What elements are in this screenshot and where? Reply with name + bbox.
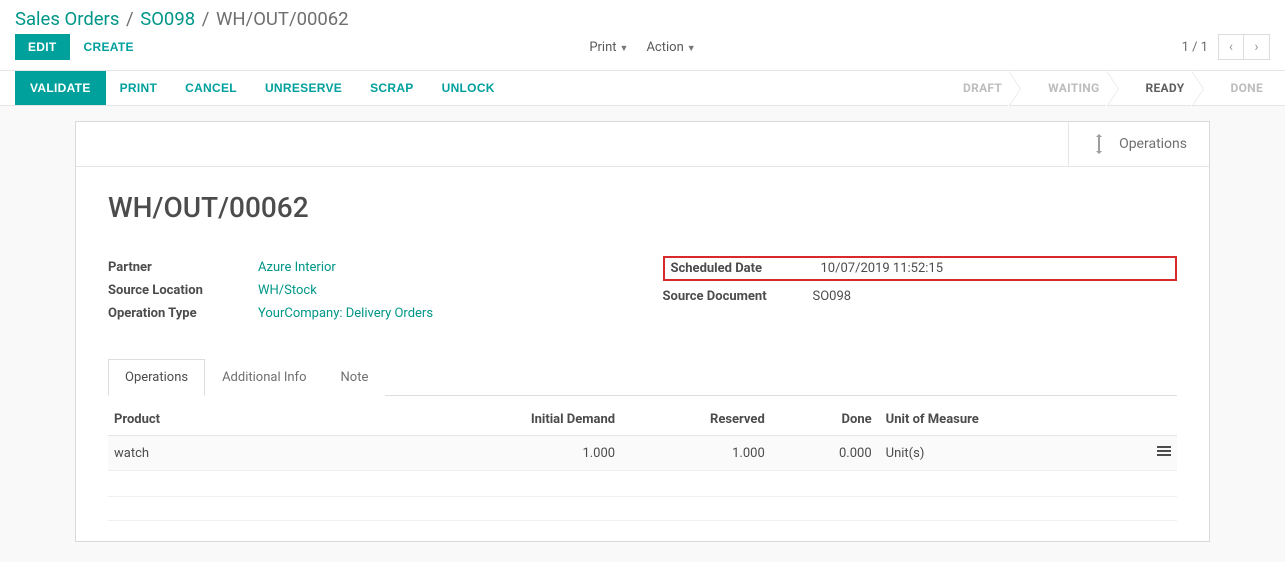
tab-additional-info[interactable]: Additional Info: [205, 359, 323, 396]
breadcrumb-link-so098[interactable]: SO098: [140, 8, 195, 30]
srcloc-label: Source Location: [108, 283, 258, 298]
field-source-location: Source Location WH/Stock: [108, 279, 623, 302]
form-sheet: Operations WH/OUT/00062 Partner Azure In…: [75, 121, 1210, 542]
print-button[interactable]: PRINT: [106, 71, 172, 105]
breadcrumb-sep: /: [124, 8, 136, 30]
tab-note[interactable]: Note: [324, 359, 386, 396]
table-row[interactable]: watch 1.000 1.000 0.000 Unit(s): [108, 436, 1177, 471]
cell-reserved: 1.000: [621, 436, 771, 471]
left-fields: Partner Azure Interior Source Location W…: [108, 256, 623, 325]
cell-uom: Unit(s): [878, 436, 1092, 471]
status-draft[interactable]: DRAFT: [941, 71, 1020, 105]
field-operation-type: Operation Type YourCompany: Delivery Ord…: [108, 302, 623, 325]
scheduled-date-highlight: Scheduled Date 10/07/2019 11:52:15: [663, 256, 1178, 281]
field-columns: Partner Azure Interior Source Location W…: [108, 256, 1177, 325]
breadcrumb-sep: /: [200, 8, 212, 30]
cell-done: 0.000: [771, 436, 878, 471]
pager: 1 / 1 ‹ ›: [1182, 34, 1270, 60]
print-dropdown[interactable]: Print▼: [589, 40, 628, 55]
validate-button[interactable]: VALIDATE: [15, 71, 106, 105]
col-initial-demand[interactable]: Initial Demand: [471, 404, 621, 436]
scrap-button[interactable]: SCRAP: [356, 71, 428, 105]
tabs: Operations Additional Info Note: [108, 359, 1177, 396]
cell-product: watch: [108, 436, 471, 471]
chevron-down-icon: ▼: [687, 44, 696, 54]
action-dropdown[interactable]: Action▼: [646, 40, 695, 55]
optype-label: Operation Type: [108, 306, 258, 321]
srcdoc-value: SO098: [813, 289, 852, 304]
sched-value: 10/07/2019 11:52:15: [821, 261, 944, 276]
cancel-button[interactable]: CANCEL: [171, 71, 251, 105]
srcdoc-label: Source Document: [663, 289, 813, 304]
tab-operations[interactable]: Operations: [108, 359, 205, 396]
optype-link[interactable]: YourCompany: Delivery Orders: [258, 306, 433, 321]
partner-link[interactable]: Azure Interior: [258, 260, 336, 275]
status-done[interactable]: DONE: [1203, 71, 1285, 105]
col-done[interactable]: Done: [771, 404, 878, 436]
pager-prev-button[interactable]: ‹: [1218, 34, 1244, 60]
table-foot-row: [108, 497, 1177, 521]
col-product[interactable]: Product: [108, 404, 471, 436]
breadcrumb-current: WH/OUT/00062: [216, 8, 349, 30]
chevron-down-icon: ▼: [620, 44, 629, 54]
col-uom[interactable]: Unit of Measure: [878, 404, 1092, 436]
col-actions: [1091, 404, 1177, 436]
list-icon: [1157, 444, 1171, 458]
unreserve-button[interactable]: UNRESERVE: [251, 71, 356, 105]
breadcrumb: Sales Orders / SO098 / WH/OUT/00062: [15, 8, 349, 30]
breadcrumb-link-sales-orders[interactable]: Sales Orders: [15, 8, 119, 30]
operations-stat-button[interactable]: Operations: [1068, 122, 1209, 166]
pager-text: 1 / 1: [1182, 40, 1208, 55]
status-bar: DRAFT WAITING READY DONE: [941, 71, 1285, 105]
field-partner: Partner Azure Interior: [108, 256, 623, 279]
updown-arrows-icon: [1091, 134, 1107, 154]
control-row: EDIT CREATE Print▼ Action▼ 1 / 1 ‹ ›: [0, 32, 1285, 70]
operations-table: Product Initial Demand Reserved Done Uni…: [108, 404, 1177, 521]
stat-button-row: Operations: [76, 122, 1209, 167]
unlock-button[interactable]: UNLOCK: [428, 71, 509, 105]
sched-label: Scheduled Date: [671, 261, 821, 276]
srcloc-link[interactable]: WH/Stock: [258, 283, 317, 298]
cell-initial: 1.000: [471, 436, 621, 471]
row-detail-button[interactable]: [1091, 436, 1177, 471]
field-source-document: Source Document SO098: [663, 285, 1178, 308]
sheet-wrap: Operations WH/OUT/00062 Partner Azure In…: [0, 106, 1285, 562]
right-fields: Scheduled Date 10/07/2019 11:52:15 Sourc…: [663, 256, 1178, 325]
pager-next-button[interactable]: ›: [1244, 34, 1270, 60]
page-title: WH/OUT/00062: [108, 191, 1177, 224]
operations-stat-label: Operations: [1119, 136, 1187, 152]
create-button[interactable]: CREATE: [84, 40, 134, 54]
col-reserved[interactable]: Reserved: [621, 404, 771, 436]
breadcrumb-row: Sales Orders / SO098 / WH/OUT/00062: [0, 0, 1285, 32]
status-ready[interactable]: READY: [1118, 71, 1203, 105]
status-waiting[interactable]: WAITING: [1020, 71, 1117, 105]
table-header-row: Product Initial Demand Reserved Done Uni…: [108, 404, 1177, 436]
edit-button[interactable]: EDIT: [15, 34, 70, 60]
partner-label: Partner: [108, 260, 258, 275]
table-pad-row: [108, 471, 1177, 497]
action-toolbar: VALIDATE PRINT CANCEL UNRESERVE SCRAP UN…: [0, 70, 1285, 106]
center-controls: Print▼ Action▼: [589, 40, 695, 55]
